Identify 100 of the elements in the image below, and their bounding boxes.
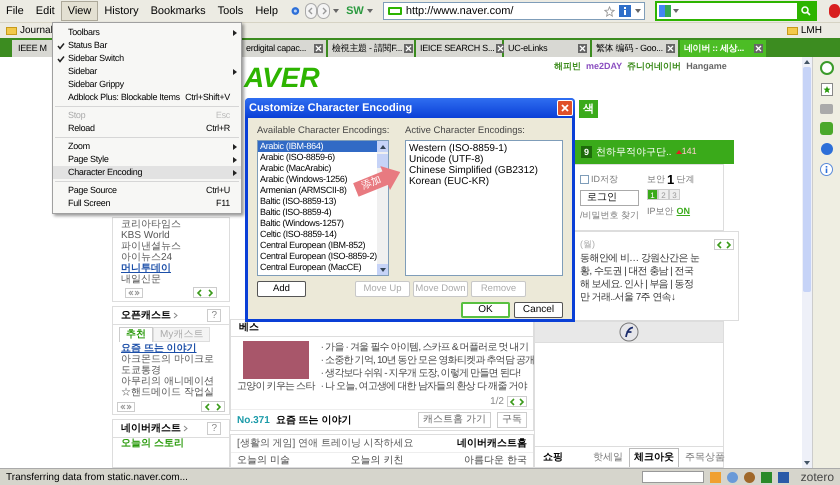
close-icon[interactable] bbox=[666, 44, 675, 53]
previous-icon[interactable] bbox=[196, 288, 204, 296]
story-link[interactable]: · 가을 · 겨울 필수 아이템, 스카프 & 머플러로 멋 내기 bbox=[320, 341, 534, 354]
cancel-button[interactable]: Cancel bbox=[514, 302, 563, 318]
cast-link[interactable]: ☆핸드메이드 작업실 bbox=[121, 387, 221, 398]
issue-title[interactable]: 요즘 뜨는 이야기 bbox=[276, 412, 412, 428]
find-link[interactable]: /비밀번호 찾기 bbox=[580, 208, 640, 222]
menu-item[interactable]: Adblock Plus: Blockable Items Ctrl+Shift+V bbox=[53, 91, 241, 104]
menu-item[interactable]: Toolbars bbox=[53, 26, 241, 39]
menu-item[interactable]: View bbox=[60, 1, 98, 21]
page-jump-icon[interactable] bbox=[117, 402, 135, 412]
shop-tab[interactable]: 주목상품 bbox=[681, 449, 729, 467]
close-icon[interactable] bbox=[314, 44, 323, 53]
next-icon[interactable] bbox=[517, 398, 525, 406]
list-item[interactable]: Armenian (ARMSCII-8) bbox=[258, 185, 349, 196]
cast-button[interactable]: 캐스트홈 가기 bbox=[418, 412, 491, 428]
menu-item[interactable]: Page Style bbox=[53, 153, 241, 166]
portal-link[interactable]: 해피빈 bbox=[554, 60, 581, 74]
caret-icon[interactable] bbox=[635, 8, 642, 14]
news-headline[interactable]: 동해안에 비… 강원산간은 눈 bbox=[580, 252, 734, 264]
list-item[interactable]: Arabic (MacArabic) bbox=[258, 163, 334, 174]
press-link[interactable]: 파이낸셜뉴스 bbox=[121, 241, 221, 252]
menu-item[interactable]: Zoom bbox=[53, 140, 241, 153]
next-icon[interactable] bbox=[214, 402, 222, 410]
list-item[interactable]: Arabic (IBM-864) bbox=[258, 141, 377, 152]
news-headline[interactable]: 황, 수도권 | 대전 충남 | 전국 bbox=[580, 264, 734, 278]
portal-link[interactable]: 쥬니어네이버 bbox=[627, 60, 682, 74]
list-item[interactable]: Chinese Simplified (GB2312) bbox=[409, 165, 538, 176]
help-button[interactable]: ? bbox=[207, 422, 221, 435]
menu-item[interactable]: Tools bbox=[212, 1, 250, 21]
previous-icon[interactable] bbox=[204, 402, 212, 410]
menu-item[interactable]: Full Screen F11 bbox=[53, 197, 241, 210]
section-title[interactable]: 네이버캐스트 bbox=[121, 421, 181, 436]
section-title[interactable]: 쇼핑 bbox=[543, 449, 563, 467]
close-icon[interactable] bbox=[404, 44, 414, 53]
menu-item[interactable]: Page Source Ctrl+U bbox=[53, 184, 241, 197]
menu-item[interactable]: Sidebar bbox=[53, 65, 241, 78]
page-jump-icon[interactable] bbox=[125, 288, 143, 298]
list-item[interactable]: Korean (EUC-KR) bbox=[409, 176, 490, 188]
add-button[interactable]: Add bbox=[257, 281, 306, 298]
next-icon[interactable] bbox=[724, 240, 732, 249]
close-button[interactable] bbox=[557, 100, 573, 116]
scroll-thumb[interactable] bbox=[377, 154, 388, 168]
menu-item[interactable]: Sidebar Grippy bbox=[53, 78, 241, 91]
column-title[interactable]: 아름다운 한국 bbox=[464, 455, 527, 467]
menu-item[interactable]: Bookmarks bbox=[144, 1, 212, 21]
menu-item[interactable]: Edit bbox=[30, 1, 61, 21]
list-item[interactable]: Baltic (ISO-8859-13) bbox=[258, 196, 338, 208]
list-item[interactable]: Baltic (Windows-1257) bbox=[258, 218, 346, 230]
shop-tab[interactable]: 핫세일 bbox=[589, 449, 627, 467]
portal-link[interactable]: me2DAY bbox=[586, 60, 622, 74]
list-item[interactable]: Arabic (Windows-1256) bbox=[258, 174, 350, 186]
caret-icon[interactable] bbox=[333, 8, 340, 14]
next-icon[interactable] bbox=[206, 288, 214, 296]
previous-icon[interactable] bbox=[716, 240, 724, 249]
banner-link[interactable]: [생활의 게임] 연애 트레이닝 시작하세요 bbox=[237, 436, 414, 451]
ok-button[interactable]: OK bbox=[461, 302, 510, 318]
press-link[interactable]: 코리아타임스 bbox=[121, 219, 221, 230]
list-item[interactable]: Celtic (ISO-8859-14) bbox=[258, 229, 339, 240]
list-item[interactable]: Central European (IBM-852) bbox=[258, 240, 368, 252]
menu-item[interactable]: Help bbox=[249, 1, 284, 21]
up-arrow-icon[interactable] bbox=[380, 144, 386, 150]
list-item[interactable]: Arabic (ISO-8859-6) bbox=[258, 152, 337, 164]
cast-button[interactable]: 구독 bbox=[497, 412, 527, 428]
photo-caption[interactable]: 고양이 키우는 스타 bbox=[237, 379, 315, 394]
bookmark-folder[interactable]: Journal bbox=[4, 23, 55, 38]
menu-item[interactable]: Character Encoding bbox=[53, 166, 241, 179]
home-link[interactable]: 네이버캐스트홈 bbox=[457, 436, 527, 451]
section-title[interactable]: 오픈캐스트 bbox=[121, 308, 171, 323]
up-arrow-icon[interactable] bbox=[804, 59, 810, 65]
bookmark-icon[interactable] bbox=[820, 83, 832, 96]
list-item[interactable]: Central European (MacCE) bbox=[258, 262, 364, 274]
shop-tab[interactable]: 체크아웃 bbox=[629, 448, 679, 467]
menu-item[interactable]: History bbox=[98, 1, 145, 21]
pager-control[interactable] bbox=[193, 287, 217, 298]
story-link[interactable]: · 나 오늘, 여고생에 대한 남자들의 환상 다 깨줄 거야 bbox=[320, 380, 534, 393]
caret-icon[interactable] bbox=[366, 8, 373, 14]
list-item[interactable]: Central European (ISO-8859-2) bbox=[258, 251, 379, 262]
caret-icon[interactable] bbox=[673, 8, 680, 14]
list-item[interactable]: Western (ISO-8859-1) bbox=[409, 143, 508, 154]
press-link[interactable]: 내일신문 bbox=[121, 274, 221, 285]
scrollbar[interactable] bbox=[802, 57, 812, 468]
engine-icon[interactable] bbox=[659, 5, 672, 17]
browser-tab[interactable]: 檢視主題 - 請閱F... bbox=[328, 40, 414, 57]
news-headline[interactable]: 해 보세요. 인사 | 부음 | 동정 bbox=[580, 278, 734, 290]
cast-link[interactable]: 아크몬드의 마이크로 bbox=[121, 354, 221, 365]
menu-item[interactable]: File bbox=[0, 1, 30, 21]
column-title[interactable]: 오늘의 미술 bbox=[237, 455, 290, 467]
list-item[interactable]: Baltic (ISO-8859-4) bbox=[258, 207, 334, 218]
news-headline[interactable]: 만 거래..서울 7주 연속↓ bbox=[580, 290, 734, 304]
browser-tab[interactable]: IEICE SEARCH S... bbox=[416, 40, 502, 57]
close-icon[interactable] bbox=[578, 44, 587, 53]
featured-link[interactable]: 요즘 뜨는 이야기 bbox=[121, 343, 221, 354]
search-button[interactable] bbox=[797, 3, 816, 19]
portal-link[interactable]: Hangame bbox=[686, 60, 727, 74]
cast-link[interactable]: 도쿄통경 bbox=[121, 365, 221, 376]
press-link[interactable]: 아이뉴스24 bbox=[121, 252, 221, 263]
pager-control[interactable] bbox=[201, 401, 225, 412]
zotero-label[interactable]: zotero bbox=[800, 468, 834, 485]
close-icon[interactable] bbox=[754, 44, 763, 53]
